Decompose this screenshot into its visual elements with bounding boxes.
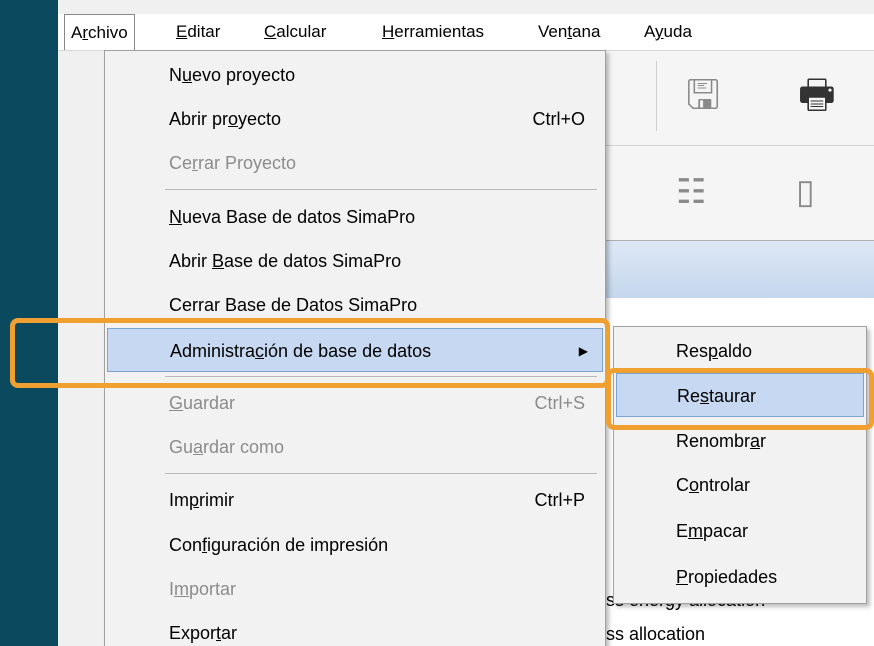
- menu-item-label: Controlar: [676, 475, 751, 495]
- toolbar-top: 🖫 🖶: [598, 51, 874, 146]
- menu-item-label: Empacar: [676, 521, 749, 541]
- gauge-icon[interactable]: ▯: [796, 172, 815, 212]
- highlight-frame-admin: [10, 318, 610, 388]
- submenu-item-empacar[interactable]: Empacar: [616, 509, 864, 553]
- menu-archivo[interactable]: Archivo: [64, 14, 135, 50]
- menu-item-configuracion-impresion[interactable]: Configuración de impresión: [107, 523, 603, 567]
- submenu-item-propiedades[interactable]: Propiedades: [616, 555, 864, 599]
- menu-calcular[interactable]: Calcular: [258, 14, 332, 50]
- menu-item-label: Importar: [169, 579, 237, 599]
- menu-bar: Archivo Editar Calcular Herramientas Ven…: [58, 14, 874, 51]
- print-icon[interactable]: 🖶: [798, 75, 836, 115]
- menu-item-exportar[interactable]: Exportar: [107, 611, 603, 646]
- menu-item-importar: Importar: [107, 567, 603, 611]
- highlight-frame-restaurar: [606, 368, 874, 430]
- menu-herramientas[interactable]: Herramientas: [376, 14, 490, 50]
- menu-item-nueva-base-datos[interactable]: Nueva Base de datos SimaPro: [107, 195, 603, 239]
- menu-ayuda[interactable]: Ayuda: [638, 14, 698, 50]
- toolbar-separator: [656, 61, 657, 131]
- menu-item-label: Cerrar Proyecto: [169, 153, 297, 173]
- menu-item-label: Propiedades: [676, 567, 778, 587]
- menu-item-shortcut: Ctrl+P: [534, 490, 585, 510]
- menu-ventana[interactable]: Ventana: [532, 14, 606, 50]
- network-icon[interactable]: ☷: [676, 172, 706, 212]
- background-row-text: ss allocation: [606, 624, 706, 644]
- menu-item-label: Abrir proyecto: [169, 109, 282, 129]
- menu-separator: [165, 473, 597, 474]
- menu-item-abrir-base-datos[interactable]: Abrir Base de datos SimaPro: [107, 239, 603, 283]
- menu-item-cerrar-proyecto: Cerrar Proyecto: [107, 141, 603, 185]
- menu-separator: [165, 189, 597, 190]
- menu-item-abrir-proyecto[interactable]: Abrir proyecto Ctrl+O: [107, 97, 603, 141]
- panel-header-band: [598, 240, 874, 300]
- menu-item-guardar-como: Guardar como: [107, 425, 603, 469]
- menu-item-label: Imprimir: [169, 490, 234, 510]
- menu-item-label: Nuevo proyecto: [169, 65, 296, 85]
- menu-item-shortcut: Ctrl+O: [532, 109, 585, 129]
- menu-item-label: Nueva Base de datos SimaPro: [169, 207, 416, 227]
- menu-item-label: Configuración de impresión: [169, 535, 389, 555]
- menu-item-nuevo-proyecto[interactable]: Nuevo proyecto: [107, 53, 603, 97]
- menu-item-imprimir[interactable]: Imprimir Ctrl+P: [107, 478, 603, 522]
- submenu-item-controlar[interactable]: Controlar: [616, 463, 864, 507]
- menu-item-label: Exportar: [169, 623, 238, 643]
- save-icon[interactable]: 🖫: [686, 75, 720, 115]
- menu-item-label: Abrir Base de datos SimaPro: [169, 251, 402, 271]
- submenu-item-respaldo[interactable]: Respaldo: [616, 329, 864, 373]
- menu-editar[interactable]: Editar: [170, 14, 226, 50]
- toolbar-second: ☷ ▯: [598, 146, 874, 240]
- menu-item-label: Guardar como: [169, 437, 285, 457]
- menu-item-label: Respaldo: [676, 341, 753, 361]
